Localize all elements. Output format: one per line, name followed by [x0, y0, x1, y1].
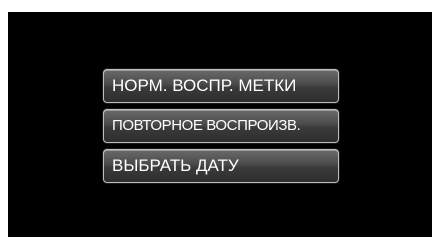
menu-item-label: НОРМ. ВОСПР. МЕТКИ [112, 76, 297, 95]
menu-item-label: ПОВТОРНОЕ ВОСПРОИЗВ. [112, 117, 301, 134]
menu-item-normal-playback-marks[interactable]: НОРМ. ВОСПР. МЕТКИ [103, 69, 339, 103]
menu-item-label: ВЫБРАТЬ ДАТУ [112, 156, 239, 175]
camera-lcd-screen: НОРМ. ВОСПР. МЕТКИ ПОВТОРНОЕ ВОСПРОИЗВ. … [8, 12, 432, 237]
menu-item-select-date[interactable]: ВЫБРАТЬ ДАТУ [103, 149, 339, 183]
playback-menu: НОРМ. ВОСПР. МЕТКИ ПОВТОРНОЕ ВОСПРОИЗВ. … [103, 69, 339, 183]
menu-item-repeat-playback[interactable]: ПОВТОРНОЕ ВОСПРОИЗВ. [103, 109, 339, 143]
